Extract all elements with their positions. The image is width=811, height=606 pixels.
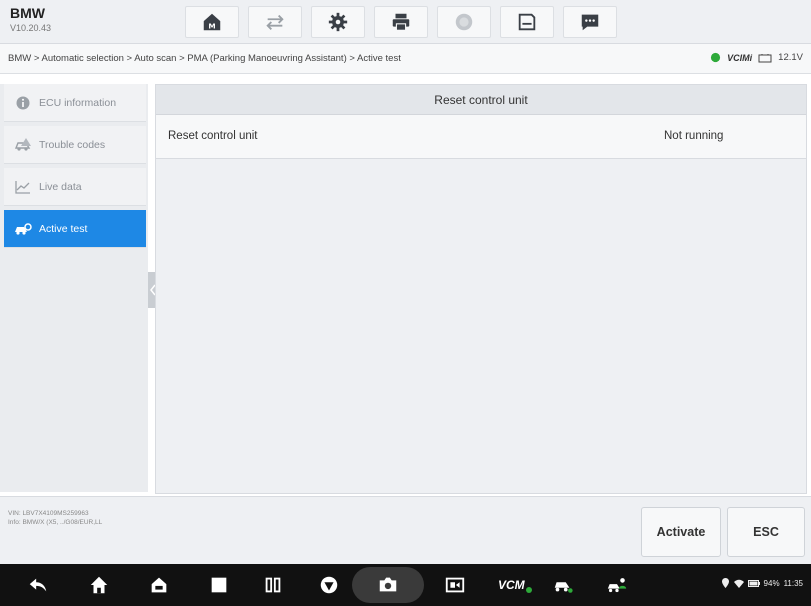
svg-text:M: M xyxy=(208,21,215,30)
top-toolbar: BMW V10.20.43 M xyxy=(0,0,811,44)
wifi-icon xyxy=(733,579,744,588)
sidebar-item-label: ECU information xyxy=(39,96,117,109)
print-icon xyxy=(392,13,410,31)
main-panel: Reset control unit Reset control unit No… xyxy=(155,84,807,494)
info-icon xyxy=(16,96,30,109)
vin-text: VIN: LBV7X4109MS259963 xyxy=(8,510,89,517)
screen-record-button[interactable] xyxy=(444,574,466,596)
split-window-icon xyxy=(265,577,281,593)
home-icon: M xyxy=(203,13,221,30)
sidebar-item-active-test[interactable]: Active test xyxy=(4,210,146,248)
chart-icon xyxy=(15,180,30,194)
sidebar-item-label: Live data xyxy=(39,180,82,193)
recent-apps-button[interactable] xyxy=(208,574,230,596)
vehicle-swap-button[interactable] xyxy=(248,6,302,38)
vehicle-info-text: Info: BMW/X (X5, ../G08/EUR,LL xyxy=(8,519,103,526)
home-nav-button[interactable] xyxy=(88,574,110,596)
table-row[interactable]: Reset control unit Not running xyxy=(156,115,806,159)
brand-block: BMW V10.20.43 xyxy=(10,5,51,34)
breadcrumb-bar: BMW > Automatic selection > Auto scan > … xyxy=(0,44,811,74)
test-item-name: Reset control unit xyxy=(168,130,258,142)
message-button[interactable] xyxy=(563,6,617,38)
browser-icon xyxy=(320,576,338,594)
system-status-area: 94% 11:35 xyxy=(721,578,803,588)
software-version: V10.20.43 xyxy=(10,23,52,33)
screen-record-icon xyxy=(445,577,465,593)
square-icon xyxy=(211,577,227,593)
settings-button[interactable] xyxy=(311,6,365,38)
battery-level-icon xyxy=(747,579,760,587)
car-connect-icon xyxy=(554,582,573,593)
vehicle-connect-button[interactable] xyxy=(552,574,574,596)
activate-button[interactable]: Activate xyxy=(641,507,721,557)
home-outline-icon xyxy=(90,576,108,594)
vcm-status-dot-icon xyxy=(525,587,532,593)
settings-gear-icon xyxy=(328,12,348,32)
footer-bar: VIN: LBV7X4109MS259963 Info: BMW/X (X5, … xyxy=(0,496,811,564)
page-title: Reset control unit xyxy=(156,85,806,115)
car-fault-icon xyxy=(14,137,31,151)
car-person-icon xyxy=(607,578,627,593)
connection-indicator-icon xyxy=(711,52,721,63)
battery-voltage: 12.1V xyxy=(778,52,803,63)
remote-expert-button[interactable] xyxy=(606,574,628,596)
vci-label: VCIMi xyxy=(727,52,753,63)
vehicle-info: VIN: LBV7X4109MS259963 Info: BMW/X (X5, … xyxy=(8,509,102,527)
back-button[interactable] xyxy=(27,574,49,596)
home-button[interactable]: M xyxy=(185,6,239,38)
back-arrow-icon xyxy=(29,578,47,592)
house-icon xyxy=(151,577,167,593)
diagnostics-home-button[interactable] xyxy=(148,574,170,596)
system-navigation-bar: VCM 94% 11:35 xyxy=(0,564,811,606)
print-button[interactable] xyxy=(374,6,428,38)
sidebar-item-live-data[interactable]: Live data xyxy=(4,168,146,206)
esc-button[interactable]: ESC xyxy=(727,507,805,557)
brand-name: BMW xyxy=(10,5,45,21)
test-item-status: Not running xyxy=(664,130,724,142)
battery-percent: 94% xyxy=(763,578,780,588)
browser-button[interactable] xyxy=(318,574,340,596)
save-button[interactable] xyxy=(500,6,554,38)
car-gear-icon xyxy=(15,222,32,235)
save-icon xyxy=(518,13,536,31)
screenshot-button[interactable] xyxy=(377,574,399,596)
vcm-label: VCM xyxy=(498,578,525,592)
multi-window-button[interactable] xyxy=(262,574,284,596)
message-icon xyxy=(581,14,599,31)
vcm-button[interactable]: VCM xyxy=(498,574,532,596)
battery-icon xyxy=(758,53,772,62)
sidebar: ECU information Trouble codes Live data … xyxy=(0,84,148,492)
sidebar-item-ecu-information[interactable]: ECU information xyxy=(4,84,146,122)
sidebar-item-label: Trouble codes xyxy=(39,138,106,151)
clock: 11:35 xyxy=(783,578,803,588)
connection-status: VCIMi 12.1V xyxy=(710,52,803,63)
location-icon xyxy=(721,578,729,588)
vehicle-swap-icon xyxy=(266,14,284,30)
sidebar-item-trouble-codes[interactable]: Trouble codes xyxy=(4,126,146,164)
sidebar-item-label: Active test xyxy=(39,222,88,235)
help-button[interactable] xyxy=(437,6,491,38)
help-icon xyxy=(455,13,473,31)
breadcrumb[interactable]: BMW > Automatic selection > Auto scan > … xyxy=(8,53,401,64)
camera-icon xyxy=(379,577,397,592)
